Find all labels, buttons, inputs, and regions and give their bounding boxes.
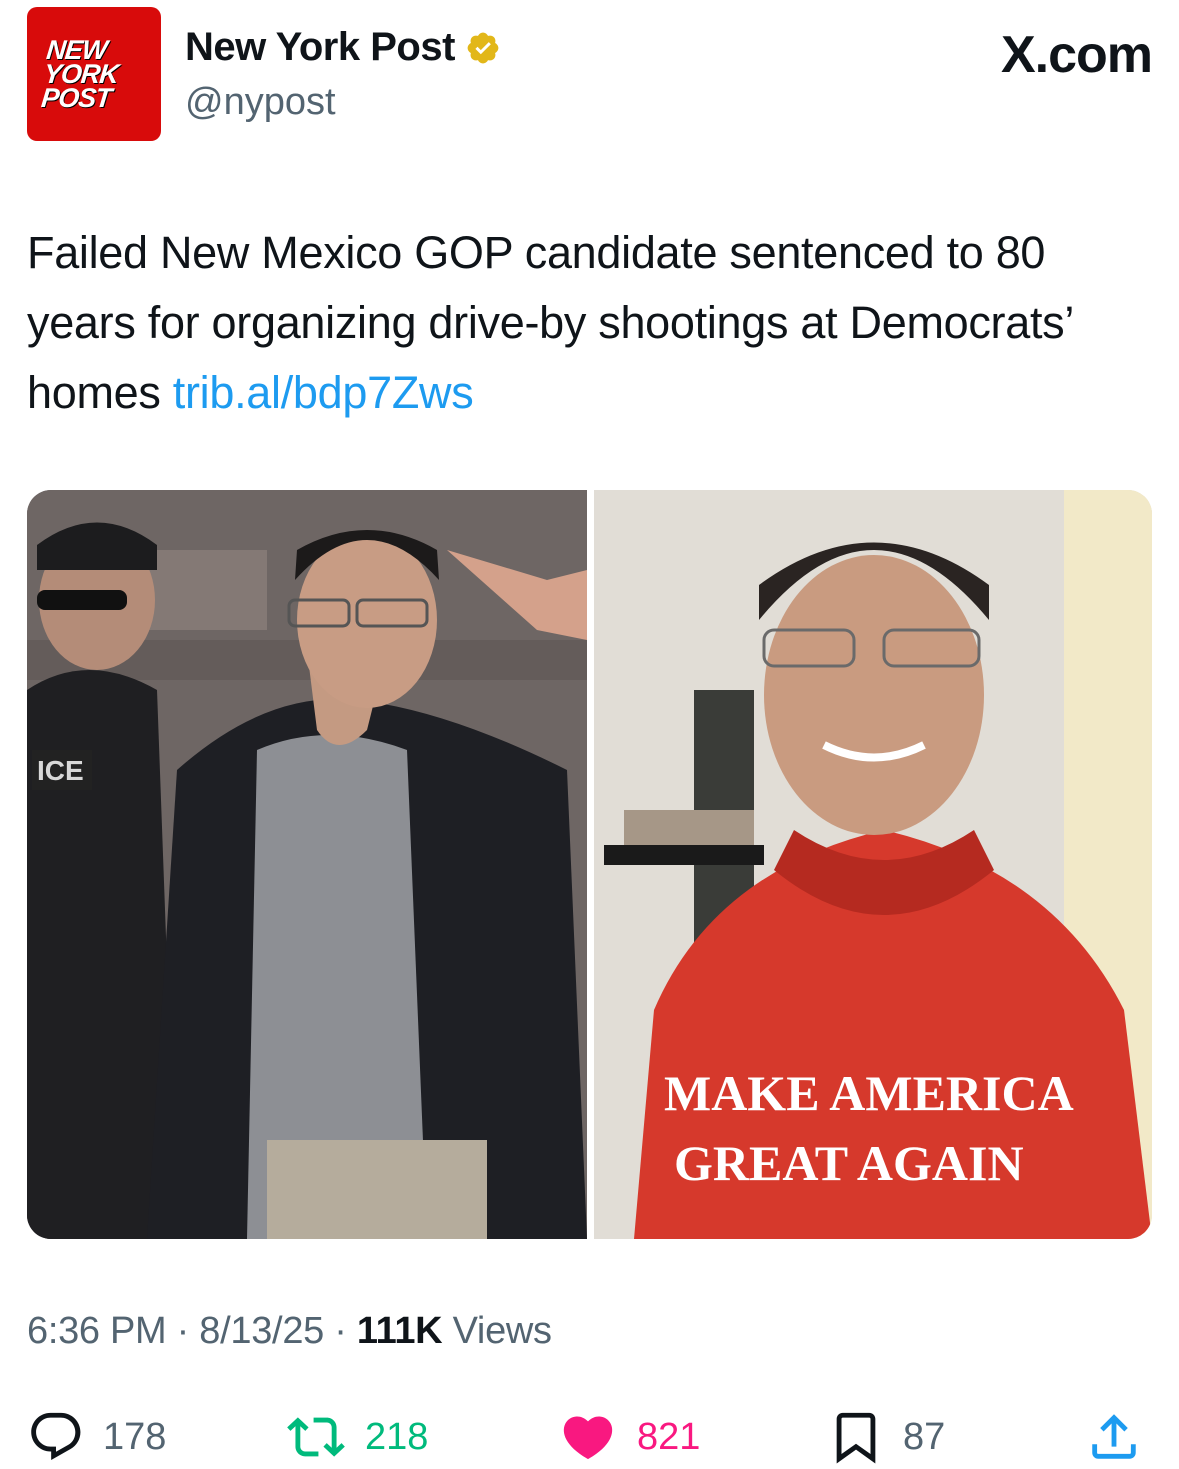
share-icon bbox=[1092, 1414, 1136, 1459]
views-count: 111K bbox=[356, 1310, 443, 1352]
avatar[interactable]: NEW YORK POST bbox=[27, 7, 161, 141]
tweet-header: NEW YORK POST New York Post @nypost X.co… bbox=[27, 7, 1153, 141]
bookmark-icon bbox=[836, 1412, 876, 1464]
retweet-icon bbox=[287, 1417, 345, 1457]
tweet-text: Failed New Mexico GOP candidate sentence… bbox=[27, 218, 1152, 428]
reply-button[interactable]: 178 bbox=[27, 1408, 166, 1466]
like-button[interactable]: 821 bbox=[557, 1408, 700, 1466]
retweet-count: 218 bbox=[365, 1415, 429, 1458]
bookmark-button[interactable]: 87 bbox=[827, 1408, 945, 1466]
x-com-label: X.com bbox=[1000, 26, 1153, 84]
tweet-date[interactable]: 8/13/25 bbox=[199, 1310, 324, 1352]
views-label: Views bbox=[442, 1310, 552, 1352]
name-row: New York Post bbox=[185, 25, 501, 70]
shirt-text-line1: MAKE AMERICA bbox=[664, 1065, 1074, 1121]
shirt-text-line2: GREAT AGAIN bbox=[674, 1135, 1024, 1191]
heart-icon bbox=[563, 1416, 613, 1460]
tweet-time[interactable]: 6:36 PM bbox=[27, 1310, 167, 1352]
nypost-logo: NEW YORK POST bbox=[39, 35, 120, 113]
tweet-meta: 6:36 PM · 8/13/25 · 111K Views bbox=[27, 1310, 552, 1352]
ice-patch: ICE bbox=[37, 755, 84, 786]
maga-illustration: MAKE AMERICA GREAT AGAIN bbox=[594, 490, 1152, 1239]
verified-badge-icon bbox=[467, 32, 499, 63]
tweet-link[interactable]: trib.al/bdp7Zws bbox=[173, 367, 474, 418]
like-count: 821 bbox=[637, 1415, 701, 1458]
retweet-button[interactable]: 218 bbox=[285, 1408, 428, 1466]
arrest-illustration: ICE bbox=[27, 490, 587, 1239]
photo-arrest[interactable]: ICE bbox=[27, 490, 587, 1239]
photo-maga[interactable]: MAKE AMERICA GREAT AGAIN bbox=[594, 490, 1152, 1239]
action-bar: 178 218 821 87 bbox=[27, 1408, 1152, 1468]
share-button[interactable] bbox=[1085, 1408, 1143, 1466]
reply-icon bbox=[31, 1412, 81, 1460]
bookmark-count: 87 bbox=[903, 1415, 946, 1458]
reply-count: 178 bbox=[103, 1415, 167, 1458]
handle[interactable]: @nypost bbox=[185, 81, 336, 124]
tweet-media[interactable]: ICE MAKE AMERICA GREAT AGAIN bbox=[27, 490, 1152, 1239]
display-name[interactable]: New York Post bbox=[185, 25, 455, 70]
